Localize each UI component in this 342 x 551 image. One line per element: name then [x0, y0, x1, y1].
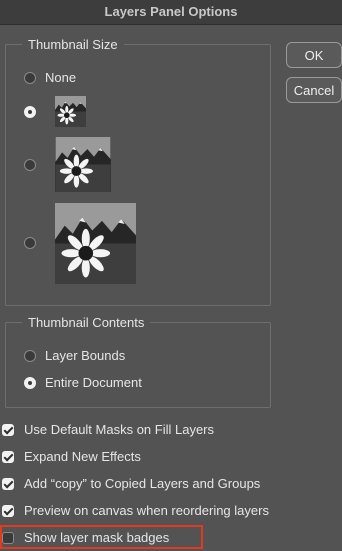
contents-entire-document-option[interactable]: Entire Document [24, 375, 142, 390]
radio-button[interactable] [24, 237, 36, 249]
add-copy-checkbox-row[interactable]: Add “copy” to Copied Layers and Groups [2, 476, 260, 491]
thumb-size-small-option[interactable] [24, 106, 36, 118]
checkbox-checked[interactable] [2, 423, 14, 436]
default-masks-label: Use Default Masks on Fill Layers [24, 422, 215, 437]
checkbox-checked[interactable] [2, 450, 14, 463]
contents-layer-bounds-option[interactable]: Layer Bounds [24, 348, 125, 363]
thumb-size-large-option[interactable] [24, 237, 36, 249]
entire-document-label: Entire Document [45, 375, 142, 390]
thumbnail-medium-image [55, 137, 111, 192]
radio-button[interactable] [24, 349, 36, 362]
preview-reorder-label: Preview on canvas when reordering layers [24, 503, 269, 518]
dialog-title: Layers Panel Options [0, 0, 342, 25]
thumb-size-none-option[interactable]: None [24, 70, 76, 85]
thumb-size-none-label: None [45, 70, 77, 85]
radio-button-selected[interactable] [24, 376, 36, 389]
cancel-button[interactable]: Cancel [286, 77, 342, 103]
layer-bounds-label: Layer Bounds [45, 348, 126, 363]
thumbnail-small-image [55, 96, 86, 127]
ok-button[interactable]: OK [286, 42, 342, 68]
expand-effects-label: Expand New Effects [24, 449, 141, 464]
highlight-box [0, 525, 203, 549]
thumbnail-contents-group: Thumbnail Contents [5, 314, 271, 408]
add-copy-label: Add “copy” to Copied Layers and Groups [24, 476, 261, 491]
thumb-size-medium-option[interactable] [24, 159, 36, 171]
expand-effects-checkbox-row[interactable]: Expand New Effects [2, 449, 141, 464]
checkbox-checked[interactable] [2, 477, 14, 490]
thumbnail-large-image [55, 203, 136, 284]
preview-reorder-checkbox-row[interactable]: Preview on canvas when reordering layers [2, 503, 269, 518]
checkbox-checked[interactable] [2, 504, 14, 517]
radio-button-selected[interactable] [24, 106, 36, 118]
thumbnail-size-title: Thumbnail Size [22, 36, 124, 54]
default-masks-checkbox-row[interactable]: Use Default Masks on Fill Layers [2, 422, 214, 437]
radio-button[interactable] [24, 159, 36, 171]
radio-button[interactable] [24, 71, 36, 84]
thumbnail-contents-title: Thumbnail Contents [22, 314, 151, 332]
